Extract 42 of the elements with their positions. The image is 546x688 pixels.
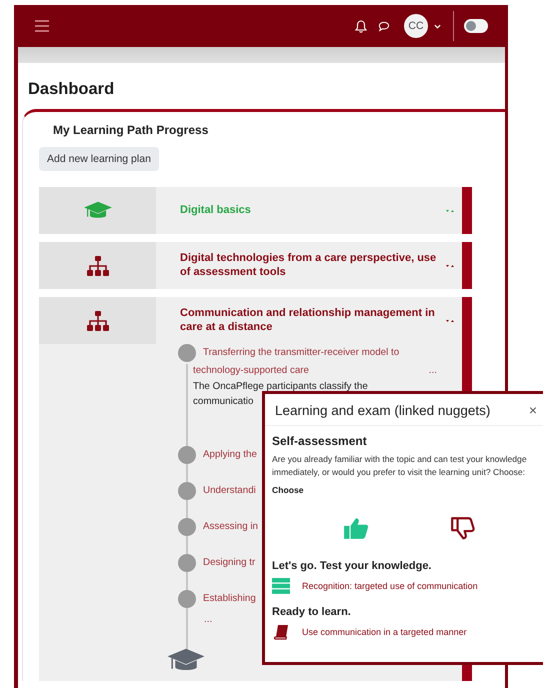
thumbs-up-icon[interactable] bbox=[342, 516, 369, 540]
nugget-link[interactable]: Assessing in bbox=[203, 521, 258, 532]
close-button[interactable]: × bbox=[528, 402, 537, 418]
step-dot bbox=[178, 518, 196, 536]
choose-label: Choose bbox=[272, 484, 304, 495]
unit-link[interactable]: Recognition: targeted use of communication bbox=[302, 580, 478, 591]
chat-icon[interactable] bbox=[378, 20, 390, 32]
thumbs-down-icon[interactable] bbox=[450, 516, 476, 540]
accent-bar bbox=[462, 187, 472, 234]
list-icon bbox=[272, 578, 290, 594]
unit-link[interactable]: Use communication in a targeted manner bbox=[302, 626, 467, 637]
toggle-switch[interactable] bbox=[464, 19, 488, 33]
step-dot bbox=[178, 446, 196, 464]
step-dot bbox=[178, 590, 196, 608]
nugget-link[interactable]: Transferring the transmitter-receiver model to technology-supported care bbox=[193, 344, 418, 380]
dialog-title: Learning and exam (linked nuggets) bbox=[275, 402, 490, 418]
sort-icon[interactable] bbox=[446, 264, 454, 268]
step-dot bbox=[178, 554, 196, 572]
chevron-icon[interactable] bbox=[434, 24, 441, 28]
nugget-link[interactable]: Designing tr bbox=[203, 557, 256, 568]
more-link[interactable]: ... bbox=[428, 364, 438, 376]
accent-bar bbox=[462, 242, 472, 289]
section-heading: Ready to learn. bbox=[272, 606, 352, 618]
page-title: Dashboard bbox=[28, 80, 116, 99]
step-dot bbox=[178, 482, 196, 500]
card-title: My Learning Path Progress bbox=[53, 123, 210, 137]
section-heading: Let's go. Test your knowledge. bbox=[272, 560, 432, 572]
step-dot bbox=[178, 344, 196, 362]
question-text: Are you already familiar with the topic and can test your knowledge immediately, or would you prefer to visit the learning unit? Choose: bbox=[272, 453, 528, 480]
menu-icon[interactable] bbox=[35, 20, 49, 32]
path-title[interactable]: Digital technologies from a care perspective, use of assessment tools bbox=[180, 252, 438, 279]
bell-icon[interactable] bbox=[355, 20, 367, 32]
learning-path-row[interactable]: Digital technologies from a care perspective, use of assessment tools bbox=[39, 242, 472, 289]
avatar[interactable]: CC bbox=[404, 14, 428, 38]
sort-icon[interactable] bbox=[446, 318, 454, 322]
add-plan-button[interactable]: Add new learning plan bbox=[39, 147, 159, 171]
nugget-link[interactable]: Applying the bbox=[203, 449, 257, 460]
section-heading: Self-assessment bbox=[272, 434, 368, 448]
nugget-link[interactable]: Establishing bbox=[203, 593, 256, 604]
path-title[interactable]: Communication and relationship management in care at a distance bbox=[180, 307, 438, 334]
nugget-link[interactable]: Understandi bbox=[203, 485, 256, 496]
book-icon bbox=[272, 624, 290, 640]
